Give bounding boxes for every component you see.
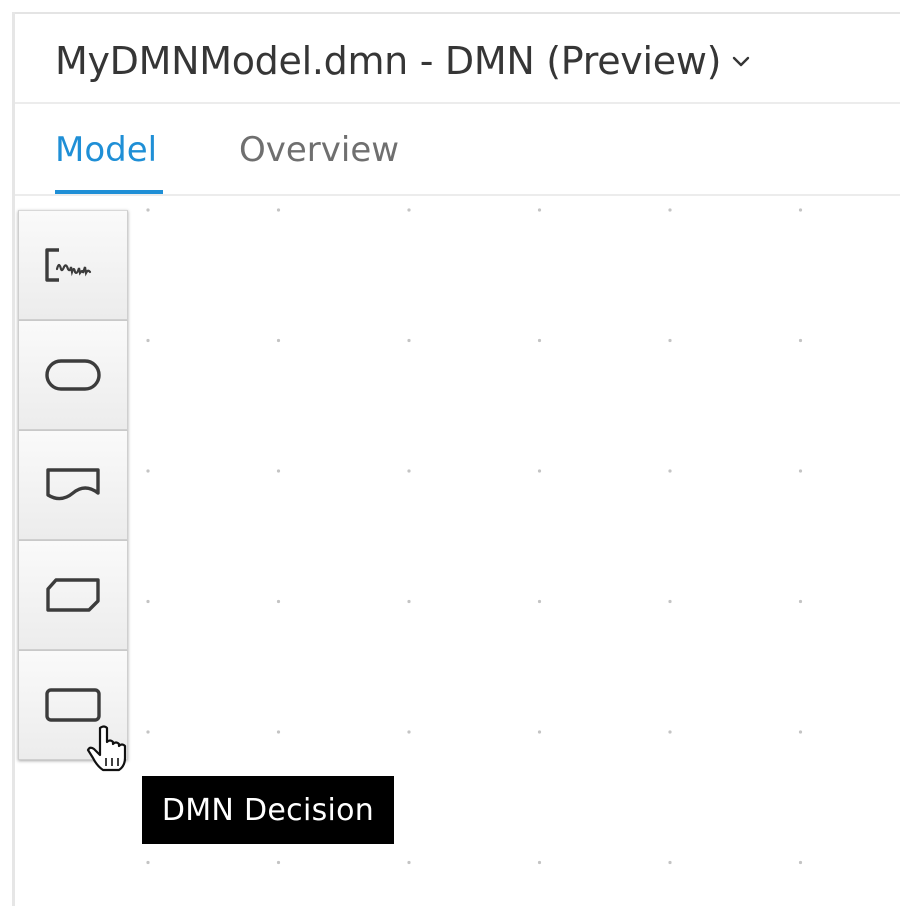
grid-dot (668, 730, 672, 734)
grid-dot (668, 599, 672, 604)
input-data-icon (45, 359, 101, 391)
grid-dot (668, 208, 672, 212)
tab-overview[interactable]: Overview (239, 130, 399, 170)
editor-tabs: Model Overview (15, 104, 900, 196)
grid-dot (276, 208, 281, 212)
grid-dot (798, 860, 803, 865)
knowledge-source-icon (46, 468, 100, 501)
editor-title-dropdown[interactable]: MyDMNModel.dmn - DMN (Preview) (55, 39, 751, 83)
grid-dot (537, 469, 542, 473)
grid-dot (276, 860, 281, 865)
grid-dot (407, 469, 411, 473)
decision-icon (45, 688, 101, 722)
palette-item-business-knowledge-model[interactable] (18, 540, 128, 650)
grid-dot (146, 599, 150, 604)
hand-pointer-cursor-icon (86, 725, 127, 772)
grid-dot (798, 208, 803, 212)
grid-dot (537, 730, 542, 734)
grid-dot (146, 338, 150, 343)
grid-dot (276, 599, 281, 604)
dmn-palette (18, 210, 128, 760)
grid-dot (798, 469, 803, 473)
tab-model[interactable]: Model (55, 130, 157, 170)
grid-dot (276, 469, 281, 473)
grid-dot (537, 860, 542, 865)
grid-dot (537, 599, 542, 604)
grid-dot (668, 860, 672, 865)
grid-dot (537, 338, 542, 343)
grid-dot (798, 730, 803, 734)
palette-tooltip: DMN Decision (142, 776, 394, 844)
grid-dot (407, 599, 411, 604)
grid-dot (407, 860, 411, 865)
active-tab-indicator (55, 190, 163, 194)
palette-item-input-data[interactable] (18, 320, 128, 430)
grid-dot (146, 469, 150, 473)
palette-item-text-annotation[interactable] (18, 210, 128, 320)
grid-dot (407, 338, 411, 343)
business-knowledge-model-icon (46, 578, 100, 612)
grid-dot (668, 338, 672, 343)
editor-title: MyDMNModel.dmn - DMN (Preview) (55, 39, 722, 83)
text-annotation-icon (45, 248, 92, 282)
editor-header: MyDMNModel.dmn - DMN (Preview) (15, 14, 900, 104)
grid-dot (407, 208, 411, 212)
chevron-down-icon (732, 56, 750, 67)
grid-dot (407, 730, 411, 734)
palette-item-knowledge-source[interactable] (18, 430, 128, 540)
grid-dot (276, 730, 281, 734)
grid-dot (668, 469, 672, 473)
grid-dot (276, 338, 281, 343)
grid-dot (146, 208, 150, 212)
grid-dot (798, 599, 803, 604)
grid-dot (537, 208, 542, 212)
grid-dot (146, 860, 150, 865)
dmn-editor-window: MyDMNModel.dmn - DMN (Preview) Model Ove… (0, 0, 900, 906)
grid-dot (798, 338, 803, 343)
grid-dot (146, 730, 150, 734)
